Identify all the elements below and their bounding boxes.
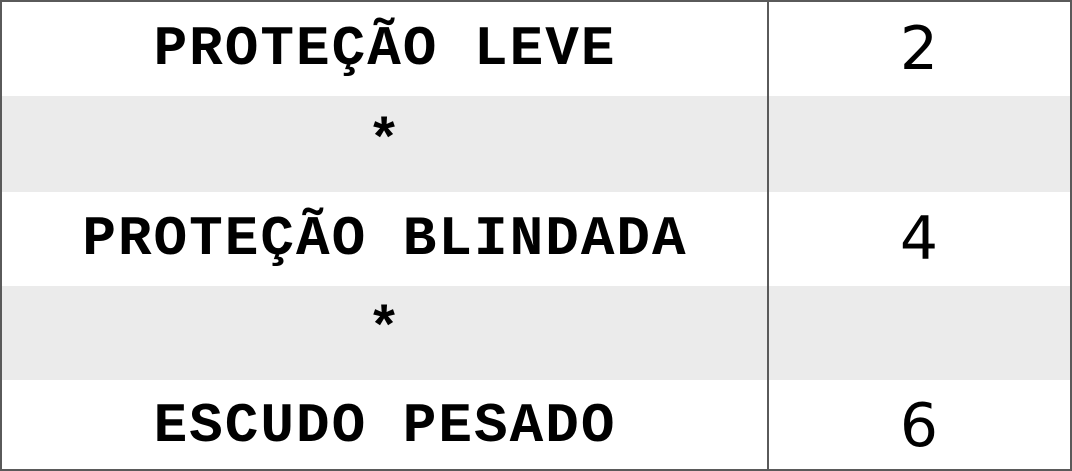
protection-name-cell: PROTEÇÃO LEVE — [153, 17, 617, 81]
protection-value-cell: 2 — [899, 14, 939, 84]
table-row: * — [2, 96, 1070, 192]
column-divider — [767, 2, 769, 469]
protection-value-cell: 6 — [899, 390, 939, 461]
table-row: PROTEÇÃO BLINDADA 4 — [2, 192, 1070, 286]
separator-asterisk: * — [367, 110, 403, 174]
protection-table: PROTEÇÃO LEVE 2 * PROTEÇÃO BLINDADA 4 * … — [0, 0, 1072, 471]
protection-name-cell: ESCUDO PESADO — [153, 393, 617, 458]
table-row: PROTEÇÃO LEVE 2 — [2, 2, 1070, 96]
separator-asterisk: * — [367, 298, 403, 362]
protection-value-cell: 4 — [899, 204, 939, 274]
table-row: ESCUDO PESADO 6 — [2, 380, 1070, 471]
protection-value-cell — [768, 286, 1070, 380]
protection-value-cell — [768, 96, 1070, 192]
protection-name-cell: PROTEÇÃO BLINDADA — [82, 207, 688, 271]
table-row: * — [2, 286, 1070, 380]
